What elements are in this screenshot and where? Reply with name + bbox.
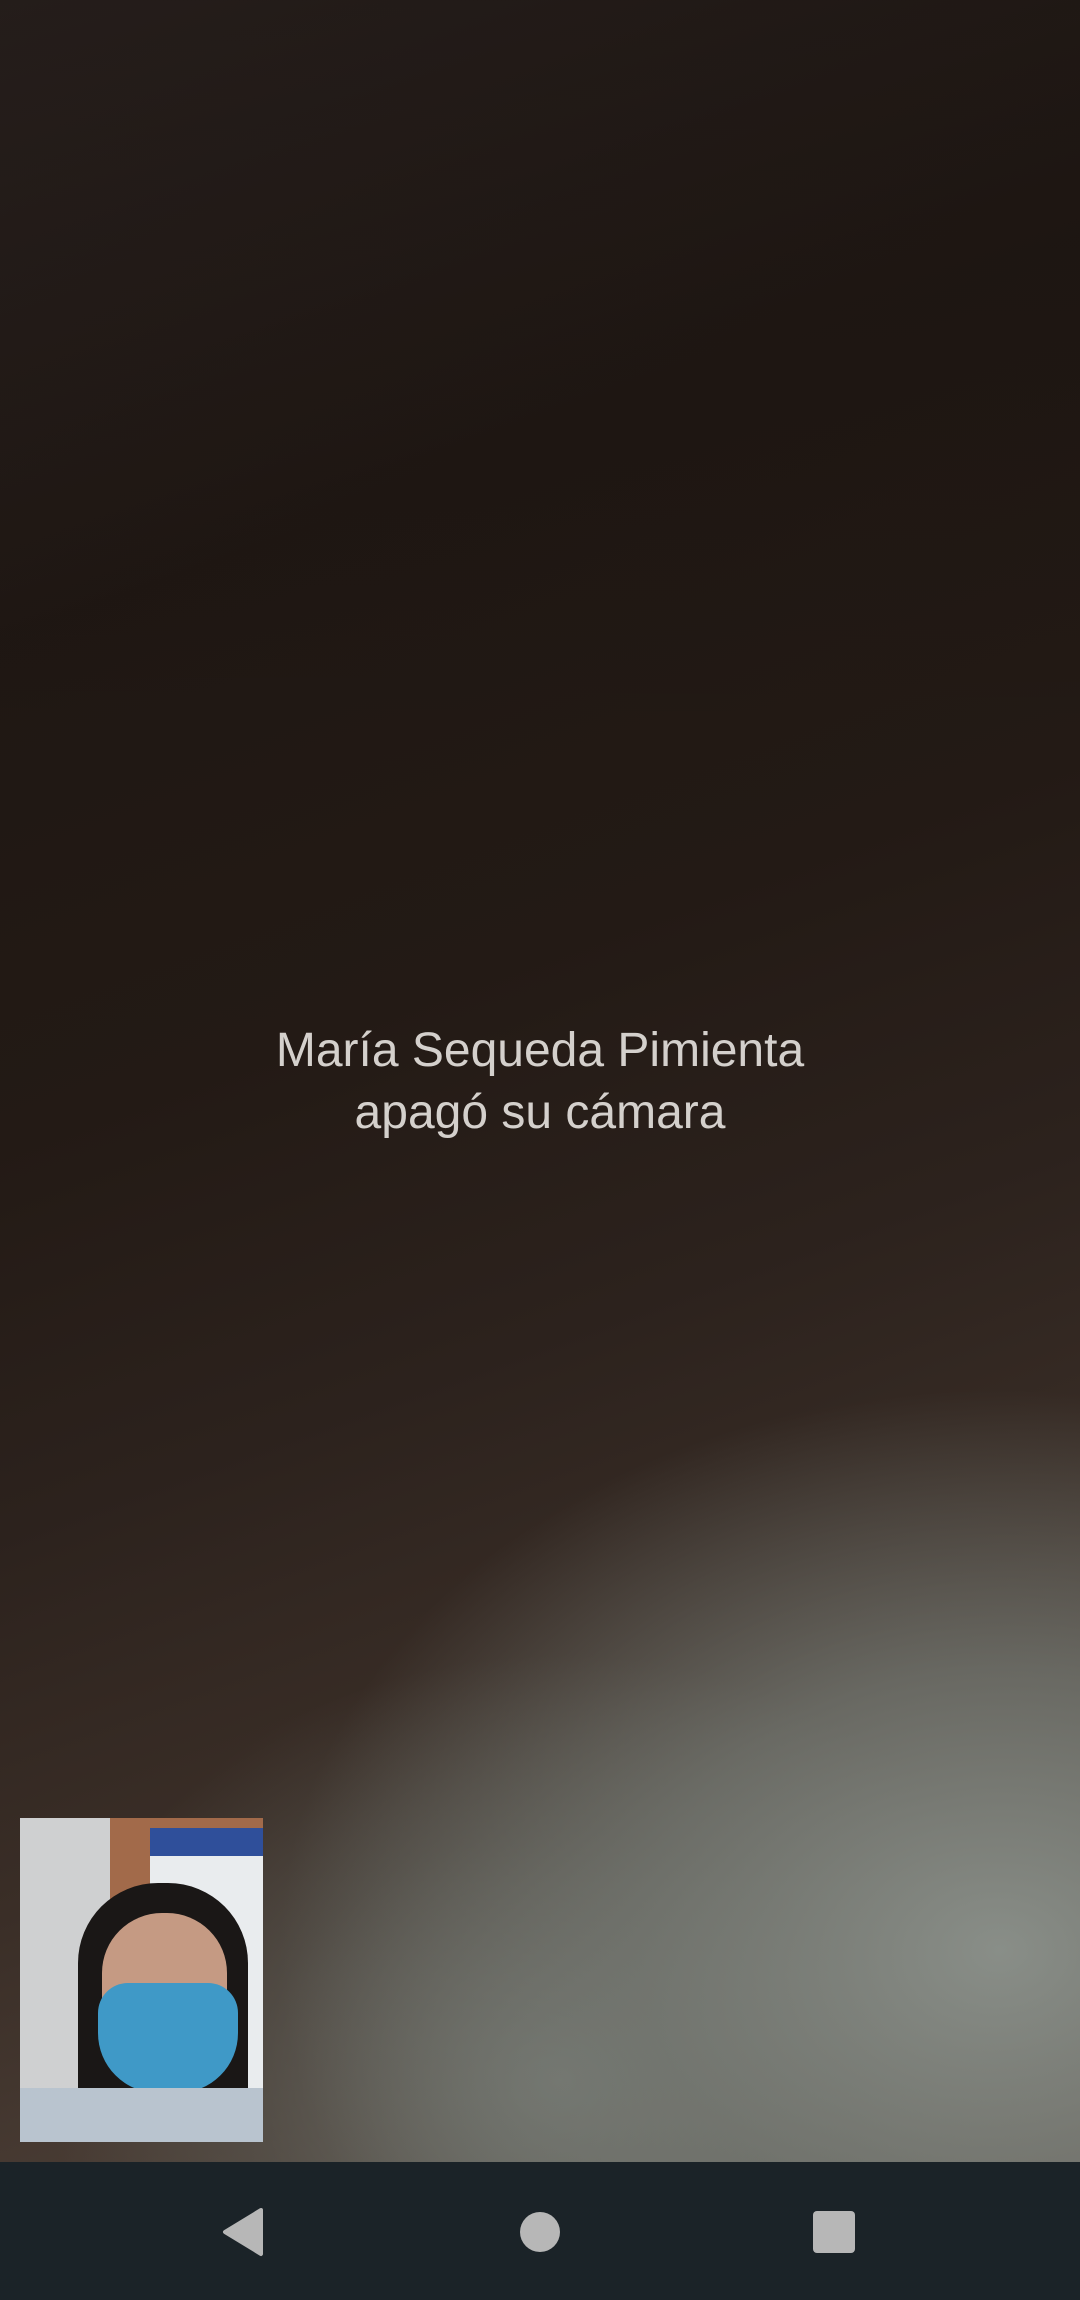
camera-off-name: María Sequeda Pimienta (275, 1024, 805, 1077)
recents-button[interactable] (804, 2202, 864, 2262)
camera-off-message: María Sequeda Pimienta apagó su cámara (0, 1020, 1080, 1144)
recents-icon (813, 2211, 855, 2253)
system-navigation-bar (0, 2162, 1080, 2300)
home-icon (520, 2212, 560, 2252)
self-view-face-mask (98, 1983, 238, 2093)
video-call-screen: María Sequeda Pimienta apagó su cámara (0, 0, 1080, 2300)
back-icon (223, 2208, 263, 2256)
home-button[interactable] (510, 2202, 570, 2262)
self-view-poster-header (150, 1828, 263, 1856)
camera-off-status: apagó su cámara (354, 1086, 726, 1139)
self-view-preview[interactable] (20, 1818, 263, 2142)
back-button[interactable] (212, 2202, 272, 2262)
self-view-shirt (20, 2088, 263, 2142)
